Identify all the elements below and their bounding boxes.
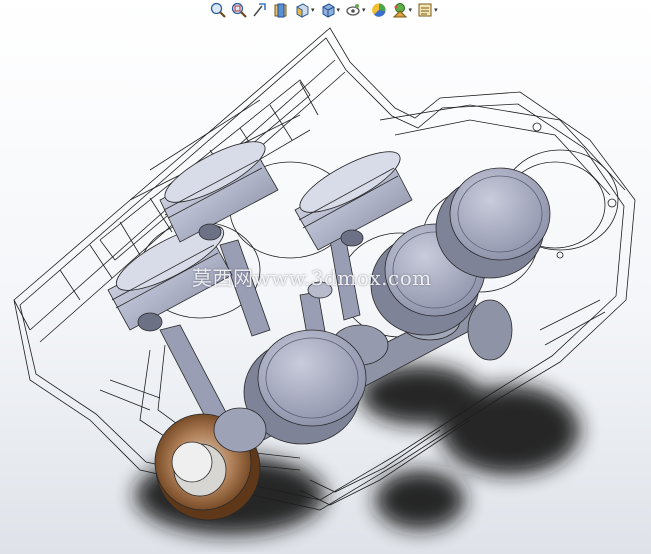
display-style-icon <box>322 3 335 18</box>
view-settings-dropdown-arrow: ▾ <box>434 5 438 14</box>
hide-show-items-icon <box>346 4 360 16</box>
apply-scene-button[interactable]: ▾ <box>390 1 415 19</box>
display-style-button[interactable]: ▾ <box>318 1 343 19</box>
apply-scene-dropdown-arrow: ▾ <box>408 5 413 14</box>
section-view-button[interactable] <box>271 1 291 19</box>
view-orientation-button[interactable]: ▾ <box>292 1 317 19</box>
section-view-icon <box>274 3 287 18</box>
display-style-dropdown-arrow: ▾ <box>336 5 341 14</box>
previous-view-icon <box>253 3 266 17</box>
hide-show-items-button[interactable]: ▾ <box>343 1 368 19</box>
zoom-to-area-button[interactable] <box>229 1 249 19</box>
previous-view-button[interactable] <box>250 1 270 19</box>
edit-appearance-button[interactable] <box>369 1 389 19</box>
graphics-area[interactable]: ▾ ▾ ▾ ▾ ▾ 莫西网www.3dmox.com <box>0 0 651 554</box>
view-settings-button[interactable]: ▾ <box>415 1 440 19</box>
zoom-to-fit-icon <box>210 2 226 18</box>
zoom-to-area-icon <box>231 2 247 18</box>
piston-upper-2 <box>159 141 279 243</box>
watermark-text: 莫西网www.3dmox.com <box>192 266 432 290</box>
zoom-to-fit-button[interactable] <box>208 1 228 19</box>
apply-scene-icon <box>392 3 407 18</box>
edit-appearance-icon <box>371 3 386 17</box>
view-orientation-dropdown-arrow: ▾ <box>311 5 315 14</box>
view-orientation-icon <box>296 3 309 18</box>
heads-up-view-toolbar: ▾ ▾ ▾ ▾ ▾ <box>208 0 440 20</box>
hide-show-items-dropdown-arrow: ▾ <box>362 5 366 14</box>
view-settings-icon <box>418 3 432 17</box>
